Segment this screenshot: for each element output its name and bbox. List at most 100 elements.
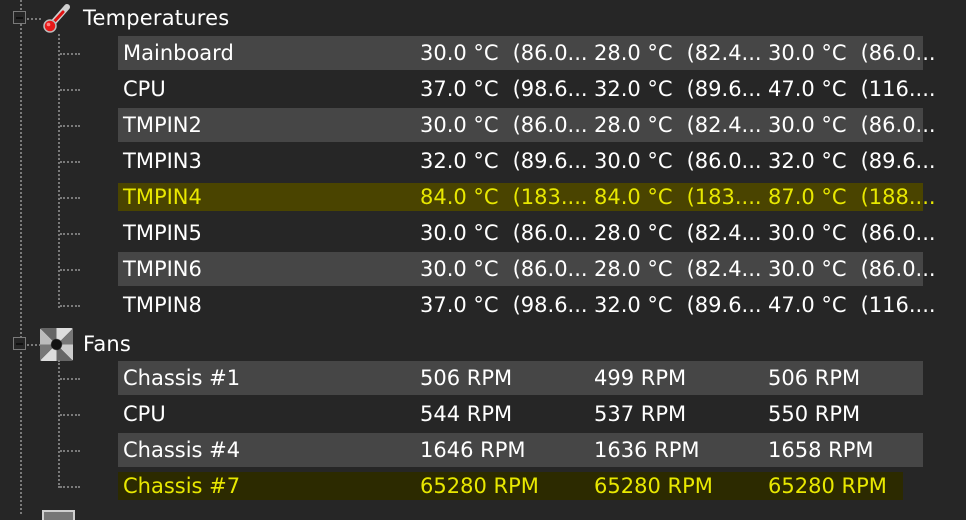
tree-line	[60, 89, 80, 91]
sensor-max: 32.0 °C (89.6...	[768, 149, 936, 173]
sensor-row[interactable]: Chassis #4 1646 RPM 1636 RPM 1658 RPM	[118, 433, 923, 467]
sensor-value-celsius: 30.0 °C	[420, 113, 499, 137]
sensor-value: 65280 RPM	[420, 474, 539, 498]
sensor-value: 506 RPM	[420, 366, 513, 390]
group-fans[interactable]: Fans	[40, 326, 131, 362]
sensor-min-celsius: 28.0 °C	[594, 41, 673, 65]
sensor-min-celsius: 28.0 °C	[594, 257, 673, 281]
sensor-row[interactable]: CPU 544 RPM 537 RPM 550 RPM	[118, 397, 923, 431]
tree-line	[60, 378, 80, 380]
sensor-max: 47.0 °C (116....	[768, 293, 936, 317]
sensor-max: 30.0 °C (86.0...	[768, 41, 936, 65]
tree-line	[58, 34, 60, 308]
sensor-value: 84.0 °C (183....	[420, 185, 588, 209]
sensor-min: 28.0 °C (82.4...	[594, 221, 762, 245]
sensor-max-celsius: 87.0 °C	[768, 185, 847, 209]
sensor-value-fahrenheit: (86.0...	[512, 257, 588, 281]
sensor-max-celsius: 30.0 °C	[768, 257, 847, 281]
sensor-max-fahrenheit: (188....	[860, 185, 936, 209]
sensor-name: TMPIN2	[123, 113, 202, 137]
sensor-name: CPU	[123, 77, 166, 101]
sensor-max-fahrenheit: (116....	[860, 77, 936, 101]
sensor-value-celsius: 30.0 °C	[420, 221, 499, 245]
sensor-max-fahrenheit: (86.0...	[860, 41, 936, 65]
sensor-max-celsius: 32.0 °C	[768, 149, 847, 173]
sensor-row[interactable]: Chassis #1 506 RPM 499 RPM 506 RPM	[118, 361, 923, 395]
sensor-row[interactable]: CPU 37.0 °C (98.6... 32.0 °C (89.6... 47.0 °C…	[118, 72, 936, 106]
sensor-min: 28.0 °C (82.4...	[594, 41, 762, 65]
sensor-row[interactable]: TMPIN2 30.0 °C (86.0... 28.0 °C (82.4... 30.0…	[118, 108, 936, 142]
sensor-value: 30.0 °C (86.0...	[420, 257, 588, 281]
sensor-value-fahrenheit: (86.0...	[512, 41, 588, 65]
sensor-name: Mainboard	[123, 41, 234, 65]
sensor-min-fahrenheit: (82.4...	[686, 41, 762, 65]
sensor-name: TMPIN8	[123, 293, 202, 317]
sensor-name: CPU	[123, 402, 166, 426]
tree-line	[60, 450, 80, 452]
group-temperatures[interactable]: Temperatures	[40, 0, 229, 36]
sensor-max: 30.0 °C (86.0...	[768, 257, 936, 281]
group-label-fans: Fans	[83, 332, 132, 356]
sensor-min-fahrenheit: (82.4...	[686, 221, 762, 245]
sensor-max-celsius: 30.0 °C	[768, 221, 847, 245]
sensor-min: 30.0 °C (86.0...	[594, 149, 762, 173]
sensor-min-fahrenheit: (82.4...	[686, 113, 762, 137]
sensor-max-fahrenheit: (86.0...	[860, 221, 936, 245]
sensor-min-celsius: 84.0 °C	[594, 185, 673, 209]
sensor-max: 30.0 °C (86.0...	[768, 113, 936, 137]
sensor-value-fahrenheit: (98.6...	[512, 293, 588, 317]
sensor-row[interactable]: Mainboard 30.0 °C (86.0... 28.0 °C (82.4... 3…	[118, 36, 936, 70]
collapse-toggle-temperatures[interactable]	[13, 11, 26, 24]
sensor-name: Chassis #1	[123, 366, 241, 390]
tree-line	[60, 233, 80, 235]
sensor-name: TMPIN6	[123, 257, 202, 281]
sensor-value-celsius: 32.0 °C	[420, 149, 499, 173]
tree-line	[60, 305, 80, 307]
sensor-value: 32.0 °C (89.6...	[420, 149, 588, 173]
sensor-row[interactable]: TMPIN8 37.0 °C (98.6... 32.0 °C (89.6... 47.0…	[118, 288, 936, 322]
sensor-value-fahrenheit: (86.0...	[512, 221, 588, 245]
sensor-name: TMPIN4	[123, 185, 202, 209]
sensor-max: 506 RPM	[768, 366, 861, 390]
tree-line	[27, 18, 41, 20]
collapse-toggle-fans[interactable]	[13, 337, 26, 350]
sensor-row[interactable]: TMPIN3 32.0 °C (89.6... 30.0 °C (86.0... 32.0…	[118, 144, 936, 178]
thermometer-icon	[40, 2, 73, 35]
sensor-row[interactable]: TMPIN6 30.0 °C (86.0... 28.0 °C (82.4... 30.0…	[118, 252, 936, 286]
sensor-min-celsius: 28.0 °C	[594, 113, 673, 137]
tree-line	[20, 0, 22, 514]
sensor-row[interactable]: TMPIN5 30.0 °C (86.0... 28.0 °C (82.4... 30.0…	[118, 216, 936, 250]
sensor-min: 28.0 °C (82.4...	[594, 257, 762, 281]
sensor-row[interactable]: Chassis #7 65280 RPM 65280 RPM 65280 RPM	[118, 472, 903, 500]
sensor-tree: Temperatures Mainboard 30.0 °C (86.0... 28.…	[0, 0, 966, 520]
sensor-max-fahrenheit: (116....	[860, 293, 936, 317]
group-label-temperatures: Temperatures	[83, 6, 230, 30]
sensor-value: 544 RPM	[420, 402, 513, 426]
tree-line	[27, 344, 41, 346]
sensor-max-celsius: 30.0 °C	[768, 41, 847, 65]
sensor-max: 65280 RPM	[768, 474, 887, 498]
voltage-icon	[42, 510, 75, 520]
sensor-value-celsius: 37.0 °C	[420, 293, 499, 317]
sensor-min-fahrenheit: (82.4...	[686, 257, 762, 281]
sensor-value-celsius: 30.0 °C	[420, 41, 499, 65]
sensor-min-celsius: 32.0 °C	[594, 77, 673, 101]
sensor-min-fahrenheit: (89.6...	[686, 77, 762, 101]
sensor-min: 537 RPM	[594, 402, 687, 426]
sensor-min-celsius: 32.0 °C	[594, 293, 673, 317]
sensor-max-fahrenheit: (86.0...	[860, 113, 936, 137]
tree-line	[60, 414, 80, 416]
sensor-name: TMPIN5	[123, 221, 202, 245]
sensor-max-celsius: 47.0 °C	[768, 293, 847, 317]
tree-line	[60, 161, 80, 163]
tree-line	[60, 269, 80, 271]
sensor-min: 32.0 °C (89.6...	[594, 293, 762, 317]
sensor-min: 1636 RPM	[594, 438, 700, 462]
sensor-max: 30.0 °C (86.0...	[768, 221, 936, 245]
sensor-max-celsius: 30.0 °C	[768, 113, 847, 137]
sensor-value: 37.0 °C (98.6...	[420, 77, 588, 101]
sensor-max-fahrenheit: (89.6...	[860, 149, 936, 173]
sensor-min: 28.0 °C (82.4...	[594, 113, 762, 137]
sensor-max: 550 RPM	[768, 402, 861, 426]
sensor-row[interactable]: TMPIN4 84.0 °C (183.... 84.0 °C (183.... 87.0…	[118, 183, 936, 211]
